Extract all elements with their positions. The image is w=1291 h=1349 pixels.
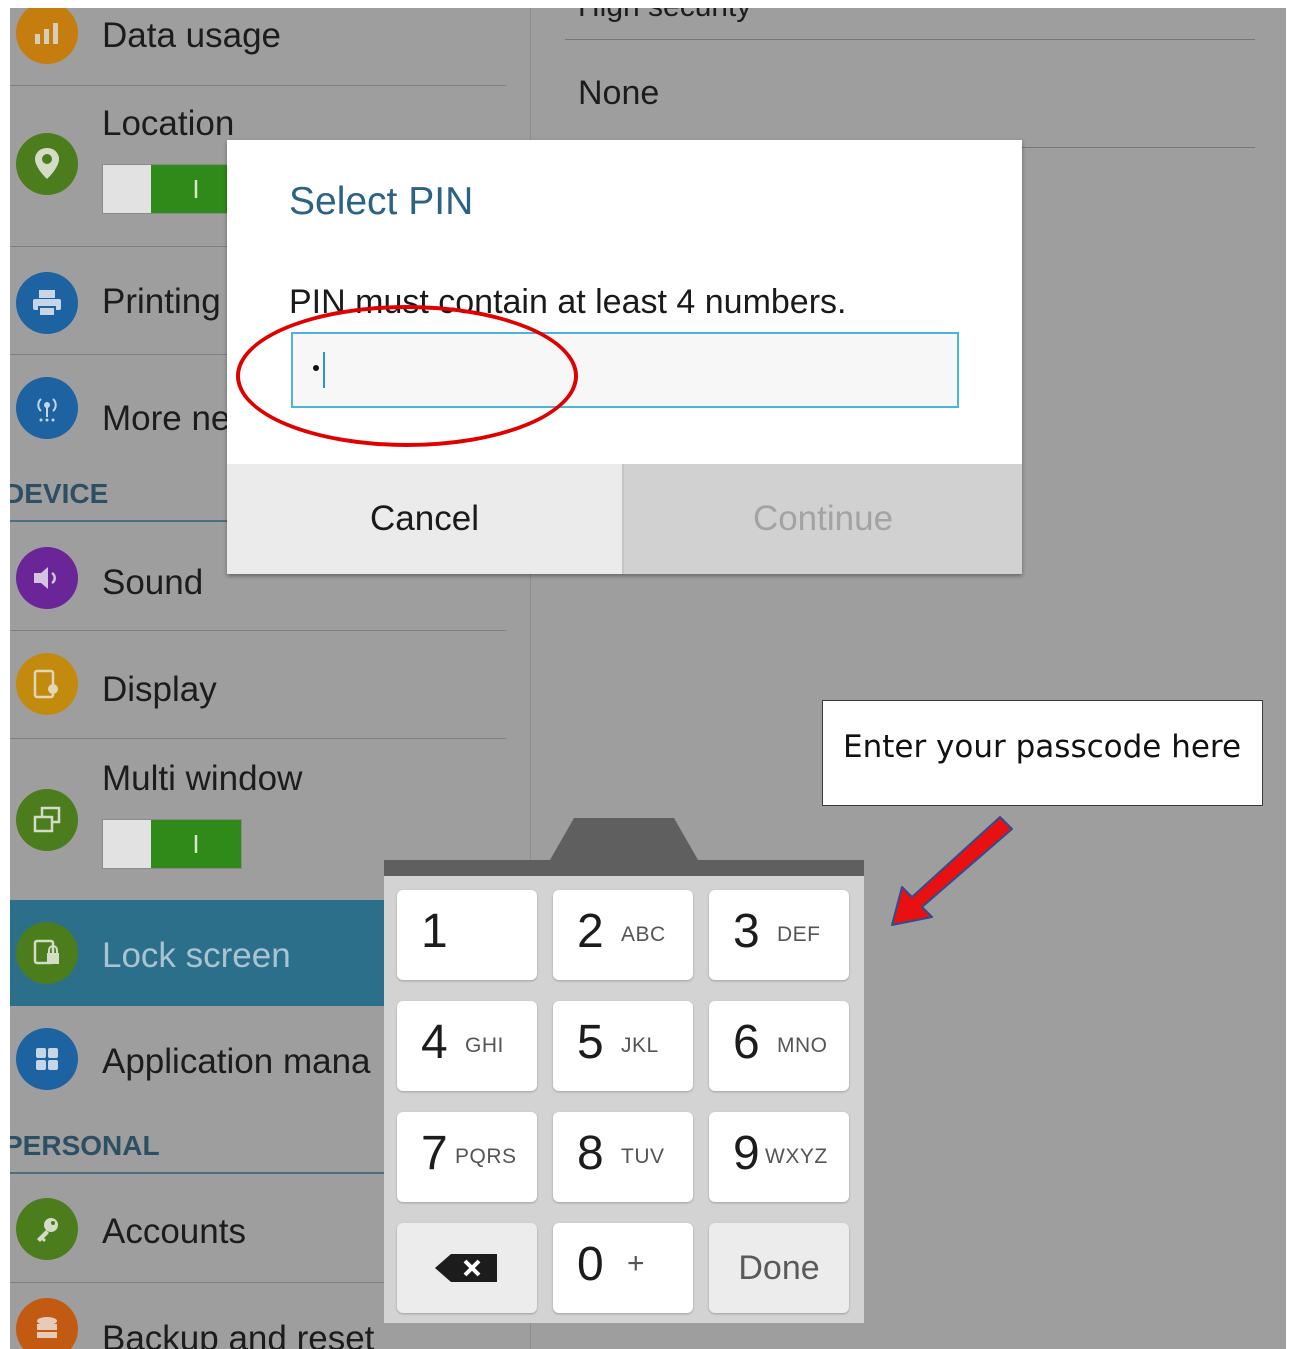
location-pin-icon — [16, 133, 78, 195]
key-letters: DEF — [777, 923, 821, 946]
lock-option-high-security[interactable]: High security — [578, 8, 751, 24]
backspace-key[interactable] — [397, 1223, 537, 1313]
backspace-icon — [435, 1254, 497, 1282]
settings-item-lock-screen[interactable]: Lock screen — [10, 900, 385, 1006]
backup-database-icon — [16, 1298, 78, 1349]
key-0[interactable]: 0 + — [553, 1223, 693, 1313]
key-digit: 1 — [421, 905, 448, 958]
settings-item-label: More ne — [102, 399, 231, 438]
key-letters: ABC — [621, 923, 666, 946]
section-header-personal: PERSONAL — [10, 1130, 160, 1161]
printer-icon — [16, 272, 78, 334]
settings-item-label: Accounts — [102, 1212, 246, 1251]
done-label: Done — [738, 1249, 820, 1287]
settings-item-label: Application mana — [102, 1042, 371, 1081]
key-6[interactable]: 6 MNO — [709, 1001, 849, 1091]
highlight-ellipse — [236, 305, 578, 447]
divider — [565, 39, 1255, 40]
annotation-callout: Enter your passcode here — [822, 700, 1263, 806]
continue-button[interactable]: Continue — [624, 464, 1022, 574]
key-digit: 5 — [577, 1016, 604, 1069]
app-grid-icon — [16, 1028, 78, 1090]
key-digit: 6 — [733, 1016, 760, 1069]
key-digit: 2 — [577, 905, 604, 958]
key-1[interactable]: 1 — [397, 890, 537, 980]
settings-item-label: Printing — [102, 282, 221, 321]
key-2[interactable]: 2 ABC — [553, 890, 693, 980]
red-arrow-icon — [891, 816, 1013, 926]
keypad-handle[interactable] — [384, 818, 864, 876]
dialog-title: Select PIN — [289, 180, 474, 223]
key-plus: + — [627, 1247, 646, 1280]
key-7[interactable]: 7 PQRS — [397, 1112, 537, 1202]
toggle-on-thumb: I — [151, 820, 241, 868]
speaker-icon — [16, 547, 78, 609]
key-digit: 9 — [733, 1127, 760, 1180]
settings-item-label: Multi window — [102, 759, 303, 798]
key-5[interactable]: 5 JKL — [553, 1001, 693, 1091]
callout-text: Enter your passcode here — [843, 729, 1242, 765]
key-3[interactable]: 3 DEF — [709, 890, 849, 980]
settings-item-label: Location — [102, 104, 235, 143]
key-letters: JKL — [621, 1034, 659, 1057]
numeric-keypad: 1 2 ABC 3 DEF 4 GHI 5 JKL 6 MNO 7 PQRS 8… — [384, 818, 864, 1323]
key-icon — [16, 1198, 78, 1260]
settings-item-label: Lock screen — [102, 936, 291, 975]
lock-option-none[interactable]: None — [578, 74, 659, 113]
multi-window-toggle[interactable]: I — [102, 819, 242, 869]
section-header-device: DEVICE — [10, 478, 109, 509]
antenna-icon — [16, 377, 78, 439]
dialog-button-bar: Cancel Continue — [227, 464, 1022, 574]
key-8[interactable]: 8 TUV — [553, 1112, 693, 1202]
key-letters: GHI — [465, 1034, 504, 1057]
settings-item-label: Display — [102, 670, 217, 709]
key-letters: WXYZ — [765, 1145, 828, 1168]
bar-chart-icon — [16, 8, 78, 64]
key-digit: 0 — [577, 1238, 604, 1291]
key-digit: 8 — [577, 1127, 604, 1180]
display-brightness-icon — [16, 653, 78, 715]
lock-screen-icon — [16, 922, 78, 984]
settings-item-display[interactable]: Display — [10, 631, 530, 738]
cancel-button[interactable]: Cancel — [227, 464, 622, 574]
settings-item-label: Backup and reset — [102, 1319, 375, 1349]
key-9[interactable]: 9 WXYZ — [709, 1112, 849, 1202]
key-letters: MNO — [777, 1034, 828, 1057]
keypad-body: 1 2 ABC 3 DEF 4 GHI 5 JKL 6 MNO 7 PQRS 8… — [384, 876, 864, 1323]
key-letters: PQRS — [455, 1145, 517, 1168]
key-4[interactable]: 4 GHI — [397, 1001, 537, 1091]
settings-item-data-usage[interactable]: Data usage — [10, 8, 530, 86]
multi-window-icon — [16, 789, 78, 851]
key-digit: 4 — [421, 1016, 448, 1069]
settings-item-label: Data usage — [102, 16, 282, 55]
done-key[interactable]: Done — [709, 1223, 849, 1313]
key-digit: 7 — [421, 1127, 448, 1180]
key-digit: 3 — [733, 905, 760, 958]
settings-item-label: Sound — [102, 563, 204, 602]
location-toggle[interactable]: I — [102, 164, 242, 214]
tablet-screen: Data usage Location I Printing More ne D… — [10, 8, 1286, 1349]
key-letters: TUV — [621, 1145, 665, 1168]
